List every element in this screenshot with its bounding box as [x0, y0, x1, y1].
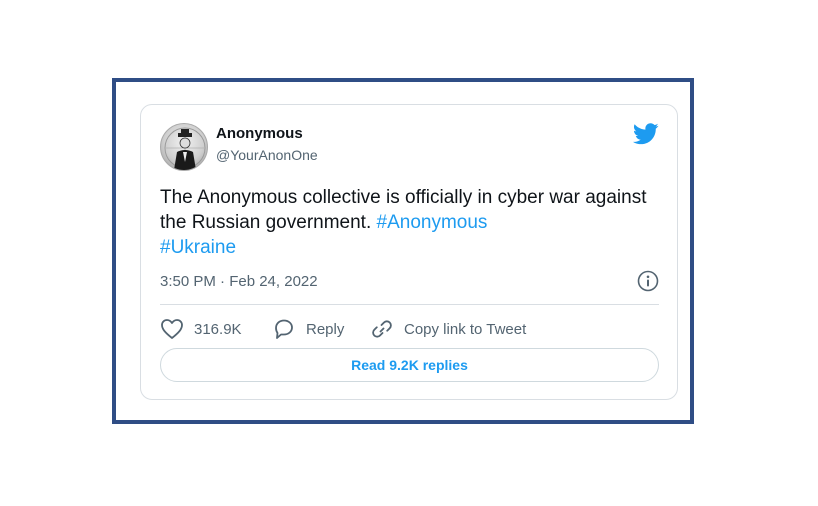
- like-button[interactable]: 316.9K: [160, 318, 242, 340]
- heart-icon: [161, 319, 183, 339]
- divider: [160, 304, 659, 305]
- copy-link-button[interactable]: Copy link to Tweet: [370, 318, 526, 340]
- read-replies-button[interactable]: Read 9.2K replies: [160, 348, 659, 382]
- avatar-figure-icon: [164, 127, 206, 170]
- info-icon[interactable]: [637, 270, 659, 292]
- hashtag-ukraine[interactable]: #Ukraine: [160, 237, 236, 258]
- hashtag-anonymous[interactable]: #Anonymous: [377, 212, 488, 233]
- image-frame: Anonymous @YourAnonOne The Anonymous col…: [112, 78, 694, 424]
- reply-bubble-icon: [275, 319, 293, 339]
- reply-label: Reply: [306, 320, 345, 338]
- tweet-text: The Anonymous collective is officially i…: [160, 185, 660, 260]
- avatar[interactable]: [160, 123, 208, 171]
- author-name[interactable]: Anonymous: [216, 125, 303, 142]
- tweet-card: Anonymous @YourAnonOne The Anonymous col…: [140, 104, 678, 400]
- link-icon: [372, 320, 392, 338]
- reply-button[interactable]: Reply: [272, 318, 344, 340]
- copy-link-label: Copy link to Tweet: [404, 320, 527, 338]
- tweet-timestamp[interactable]: 3:50 PM · Feb 24, 2022: [160, 273, 318, 290]
- author-handle[interactable]: @YourAnonOne: [216, 147, 318, 163]
- like-count: 316.9K: [194, 320, 242, 338]
- twitter-bird-icon[interactable]: [633, 123, 659, 145]
